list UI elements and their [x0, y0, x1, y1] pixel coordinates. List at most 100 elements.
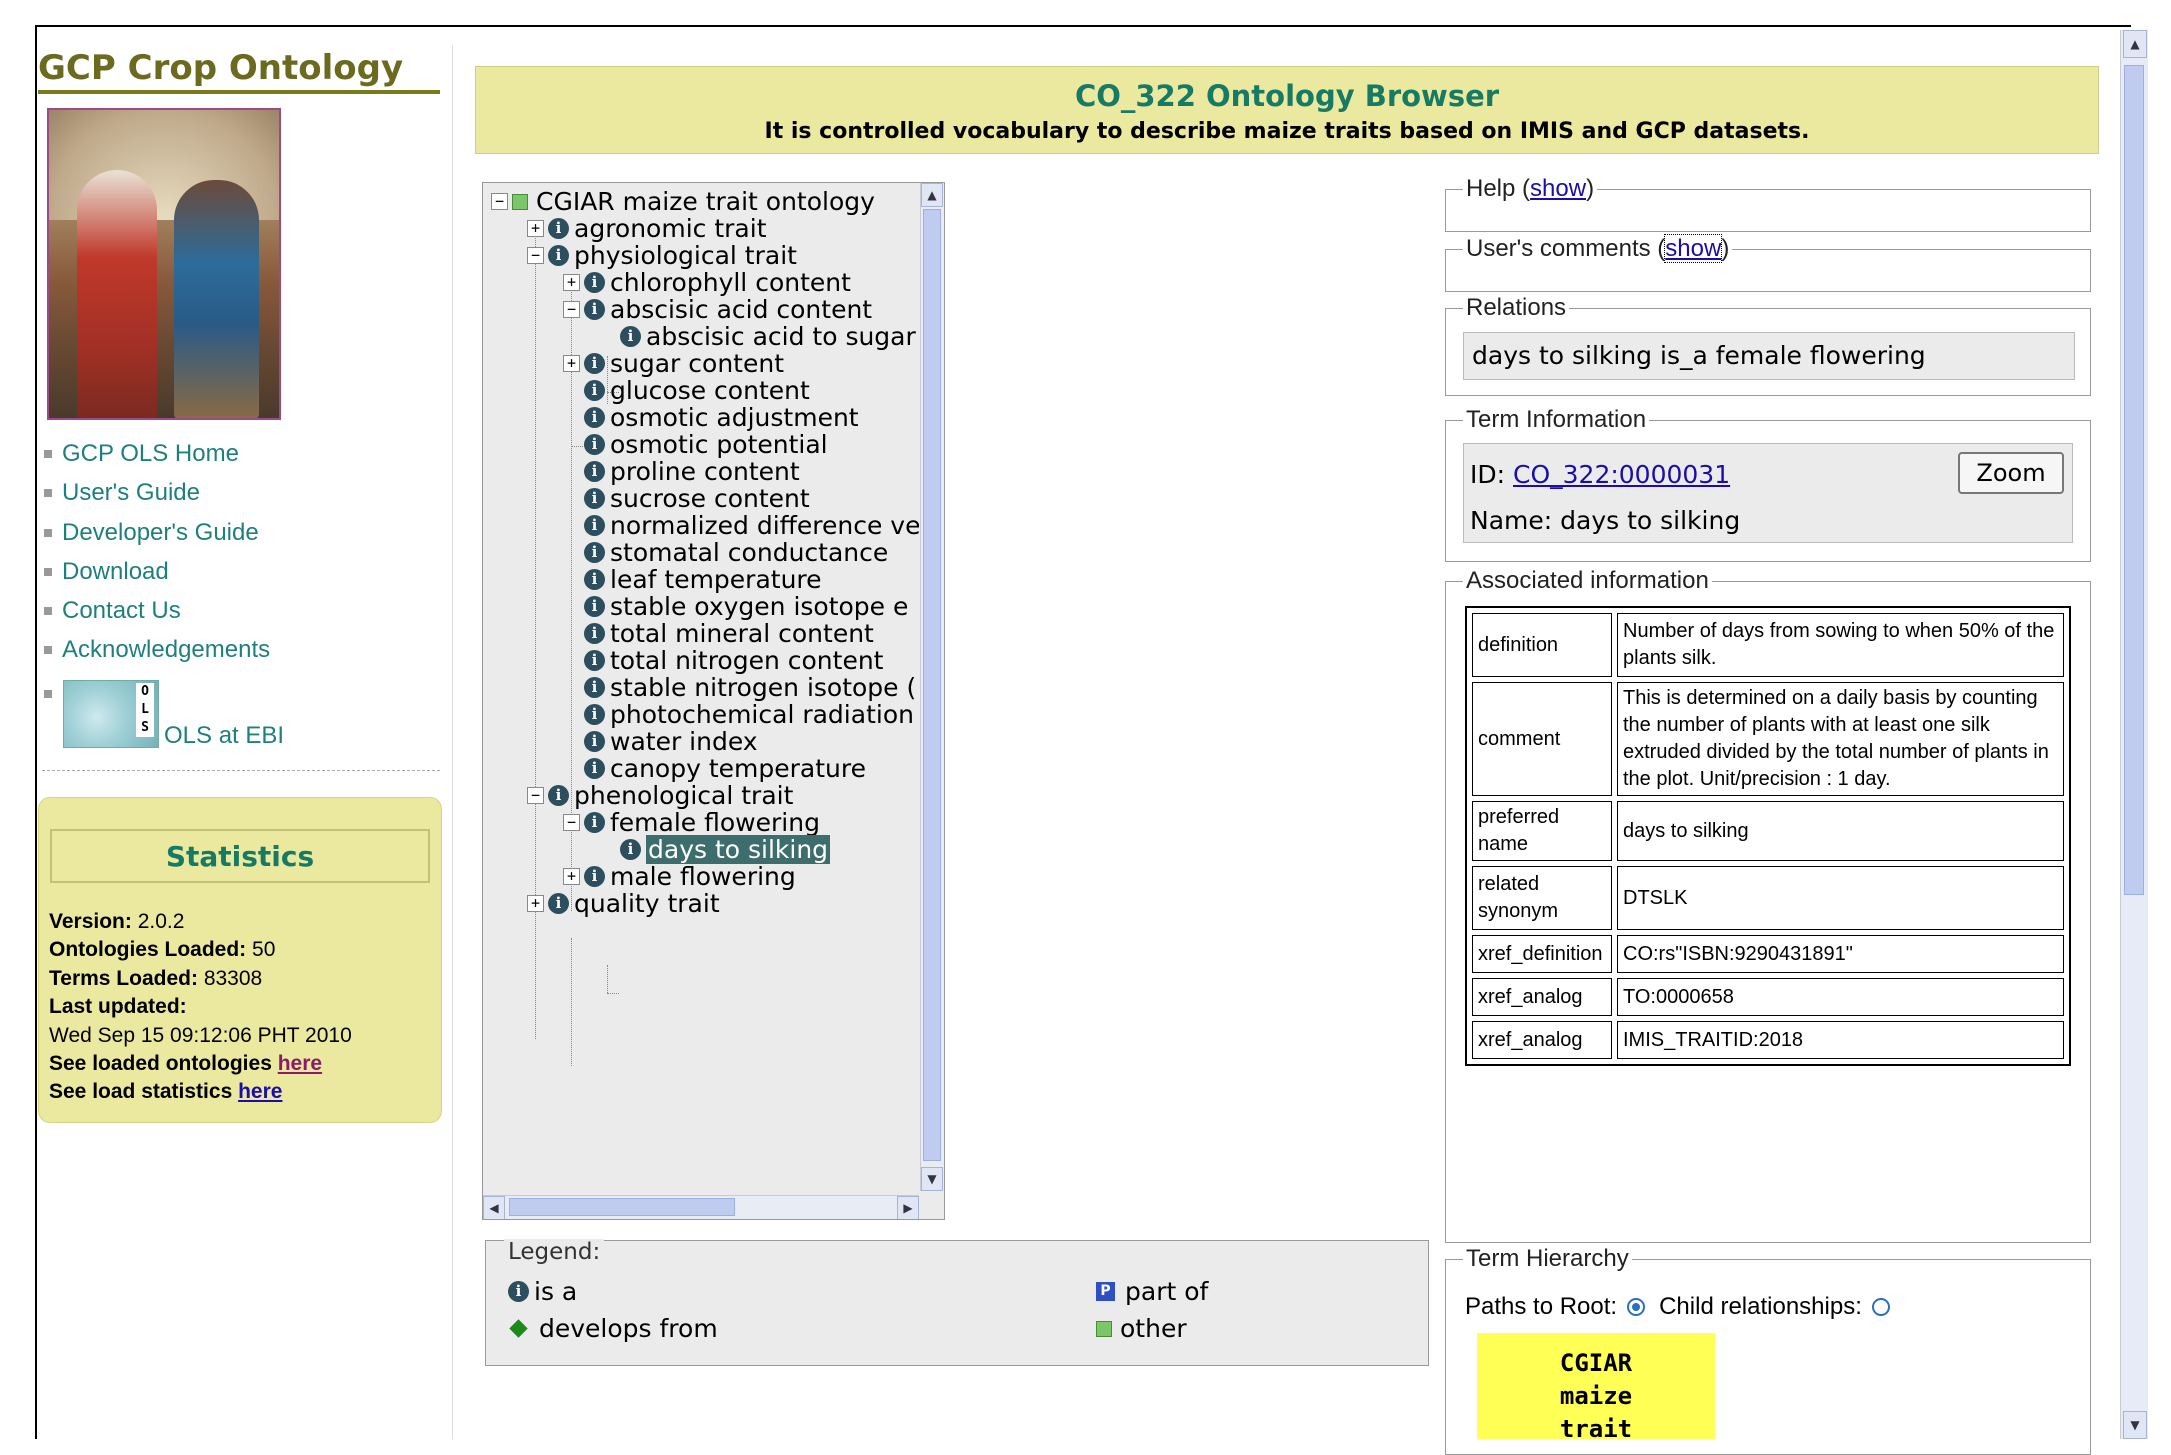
is-a-icon: i	[584, 596, 605, 617]
is-a-icon: i	[584, 812, 605, 833]
expand-icon[interactable]: +	[527, 220, 544, 237]
last-updated-value: Wed Sep 15 09:12:06 PHT 2010	[49, 1023, 352, 1047]
is-a-icon: i	[584, 515, 605, 536]
collapse-icon[interactable]: −	[563, 814, 580, 831]
expand-icon[interactable]: +	[527, 895, 544, 912]
legend-part-of: Ppart of	[1096, 1277, 1208, 1306]
scroll-right-icon[interactable]: ▶	[897, 1196, 919, 1219]
is-a-icon: i	[584, 623, 605, 644]
scroll-up-icon[interactable]: ▲	[2123, 30, 2147, 58]
scrollbar-thumb[interactable]	[2124, 65, 2144, 895]
tree-horizontal-scrollbar[interactable]: ◀ ▶	[483, 1195, 919, 1219]
page-scrollbar[interactable]: ▲ ▼	[2120, 30, 2148, 1439]
is-a-icon: i	[548, 893, 569, 914]
is-a-icon: i	[584, 299, 605, 320]
site-title: GCP Crop Ontology	[38, 48, 440, 94]
nav-acknowledgements[interactable]: Acknowledgements	[42, 636, 270, 675]
nav-gcp-ols-home[interactable]: GCP OLS Home	[42, 440, 270, 479]
table-row: comment This is determined on a daily bas…	[1472, 682, 2064, 796]
divider	[42, 770, 440, 771]
paths-to-root-radio[interactable]	[1627, 1298, 1646, 1316]
is-a-icon: i	[584, 704, 605, 725]
is-a-icon: i	[584, 434, 605, 455]
is-a-icon: i	[584, 380, 605, 401]
collapse-icon[interactable]: −	[527, 247, 544, 264]
is-a-icon: i	[620, 326, 641, 347]
scroll-down-icon[interactable]: ▼	[2123, 1411, 2147, 1439]
collapse-icon[interactable]: −	[563, 301, 580, 318]
scroll-down-icon[interactable]: ▼	[921, 1167, 943, 1191]
expand-icon[interactable]: +	[563, 355, 580, 372]
loaded-ontologies-link[interactable]: here	[278, 1052, 322, 1075]
is-a-icon: i	[508, 1281, 529, 1302]
is-a-icon: i	[584, 650, 605, 671]
is-a-icon: i	[584, 353, 605, 374]
page-banner: CO_322 Ontology Browser It is controlled…	[475, 66, 2099, 154]
zoom-button[interactable]: Zoom	[1958, 452, 2064, 494]
help-panel: Help (show)	[1445, 175, 2091, 232]
is-a-icon: i	[584, 866, 605, 887]
child-relationships-radio[interactable]	[1871, 1298, 1890, 1316]
tree-node-quality-trait[interactable]: + i quality trait	[527, 885, 720, 922]
expand-icon[interactable]: +	[563, 274, 580, 291]
hierarchy-options: Paths to Root: Child relationships:	[1465, 1293, 1904, 1321]
legend-panel: Legend: i is a Ppart of develops from oth…	[485, 1239, 1429, 1366]
ols-link[interactable]: OLS at EBI	[164, 722, 284, 750]
ontologies-count: 50	[252, 938, 276, 962]
is-a-icon: i	[584, 569, 605, 590]
ols-logo[interactable]: OLS	[63, 680, 159, 748]
is-a-icon: i	[620, 839, 641, 860]
comments-show-link[interactable]: show	[1664, 234, 1723, 263]
table-row: xref_analog TO:0000658	[1472, 978, 2064, 1016]
legend-develops-from: develops from	[508, 1314, 718, 1343]
is-a-icon: i	[584, 461, 605, 482]
is-a-icon: i	[584, 542, 605, 563]
terms-count: 83308	[203, 966, 263, 990]
version-value: 2.0.2	[137, 910, 185, 933]
is-a-icon: i	[548, 245, 569, 266]
nav-contact-us[interactable]: Contact Us	[42, 597, 270, 636]
legend-other: other	[1096, 1314, 1187, 1343]
is-a-icon: i	[548, 785, 569, 806]
legend-title: Legend:	[504, 1239, 605, 1265]
is-a-icon: i	[584, 488, 605, 509]
scroll-up-icon[interactable]: ▲	[921, 183, 943, 207]
part-of-icon: P	[1096, 1282, 1115, 1301]
term-id-link[interactable]: CO_322:0000031	[1513, 460, 1730, 489]
page-subtitle: It is controlled vocabulary to describe …	[764, 119, 1810, 144]
expand-icon[interactable]: +	[563, 868, 580, 885]
other-relation-icon	[512, 193, 528, 210]
help-show-link[interactable]: show	[1530, 175, 1586, 202]
is-a-icon: i	[584, 677, 605, 698]
scroll-left-icon[interactable]: ◀	[483, 1196, 505, 1219]
header-image	[47, 108, 281, 420]
is-a-icon: i	[584, 731, 605, 752]
develops-from-icon	[509, 1319, 528, 1338]
ontology-tree[interactable]: − CGIAR maize trait ontology + i agronomic …	[482, 182, 945, 1220]
table-row: xref_definition CO:rs"ISBN:9290431891"	[1472, 935, 2064, 973]
is-a-icon: i	[584, 272, 605, 293]
table-row: xref_analog IMIS_TRAITID:2018	[1472, 1021, 2064, 1059]
table-row: preferred name days to silking	[1472, 801, 2064, 861]
scrollbar-thumb[interactable]	[923, 209, 941, 1161]
nav-developers-guide[interactable]: Developer's Guide	[42, 519, 270, 558]
is-a-icon: i	[584, 758, 605, 779]
collapse-icon[interactable]: −	[527, 787, 544, 804]
nav-download[interactable]: Download	[42, 558, 270, 597]
collapse-icon[interactable]: −	[491, 193, 508, 210]
scrollbar-thumb[interactable]	[509, 1198, 735, 1216]
hierarchy-node[interactable]: CGIAR maize trait	[1477, 1333, 1715, 1443]
other-relation-icon	[1096, 1320, 1112, 1337]
load-statistics-link[interactable]: here	[238, 1080, 282, 1103]
is-a-icon: i	[548, 218, 569, 239]
column-divider	[452, 45, 453, 1439]
associated-info-table: definition Number of days from sowing to …	[1465, 606, 2071, 1066]
table-row: definition Number of days from sowing to …	[1472, 613, 2064, 677]
sidebar-nav: GCP OLS Home User's Guide Developer's Gu…	[42, 440, 270, 676]
tree-vertical-scrollbar[interactable]: ▲ ▼	[920, 183, 944, 1191]
table-row: related synonym DTSLK	[1472, 866, 2064, 930]
relations-text: days to silking is_a female flowering	[1463, 332, 2075, 380]
nav-users-guide[interactable]: User's Guide	[42, 479, 270, 518]
page-title: CO_322 Ontology Browser	[1074, 79, 1500, 113]
term-name: days to silking	[1560, 506, 1741, 535]
